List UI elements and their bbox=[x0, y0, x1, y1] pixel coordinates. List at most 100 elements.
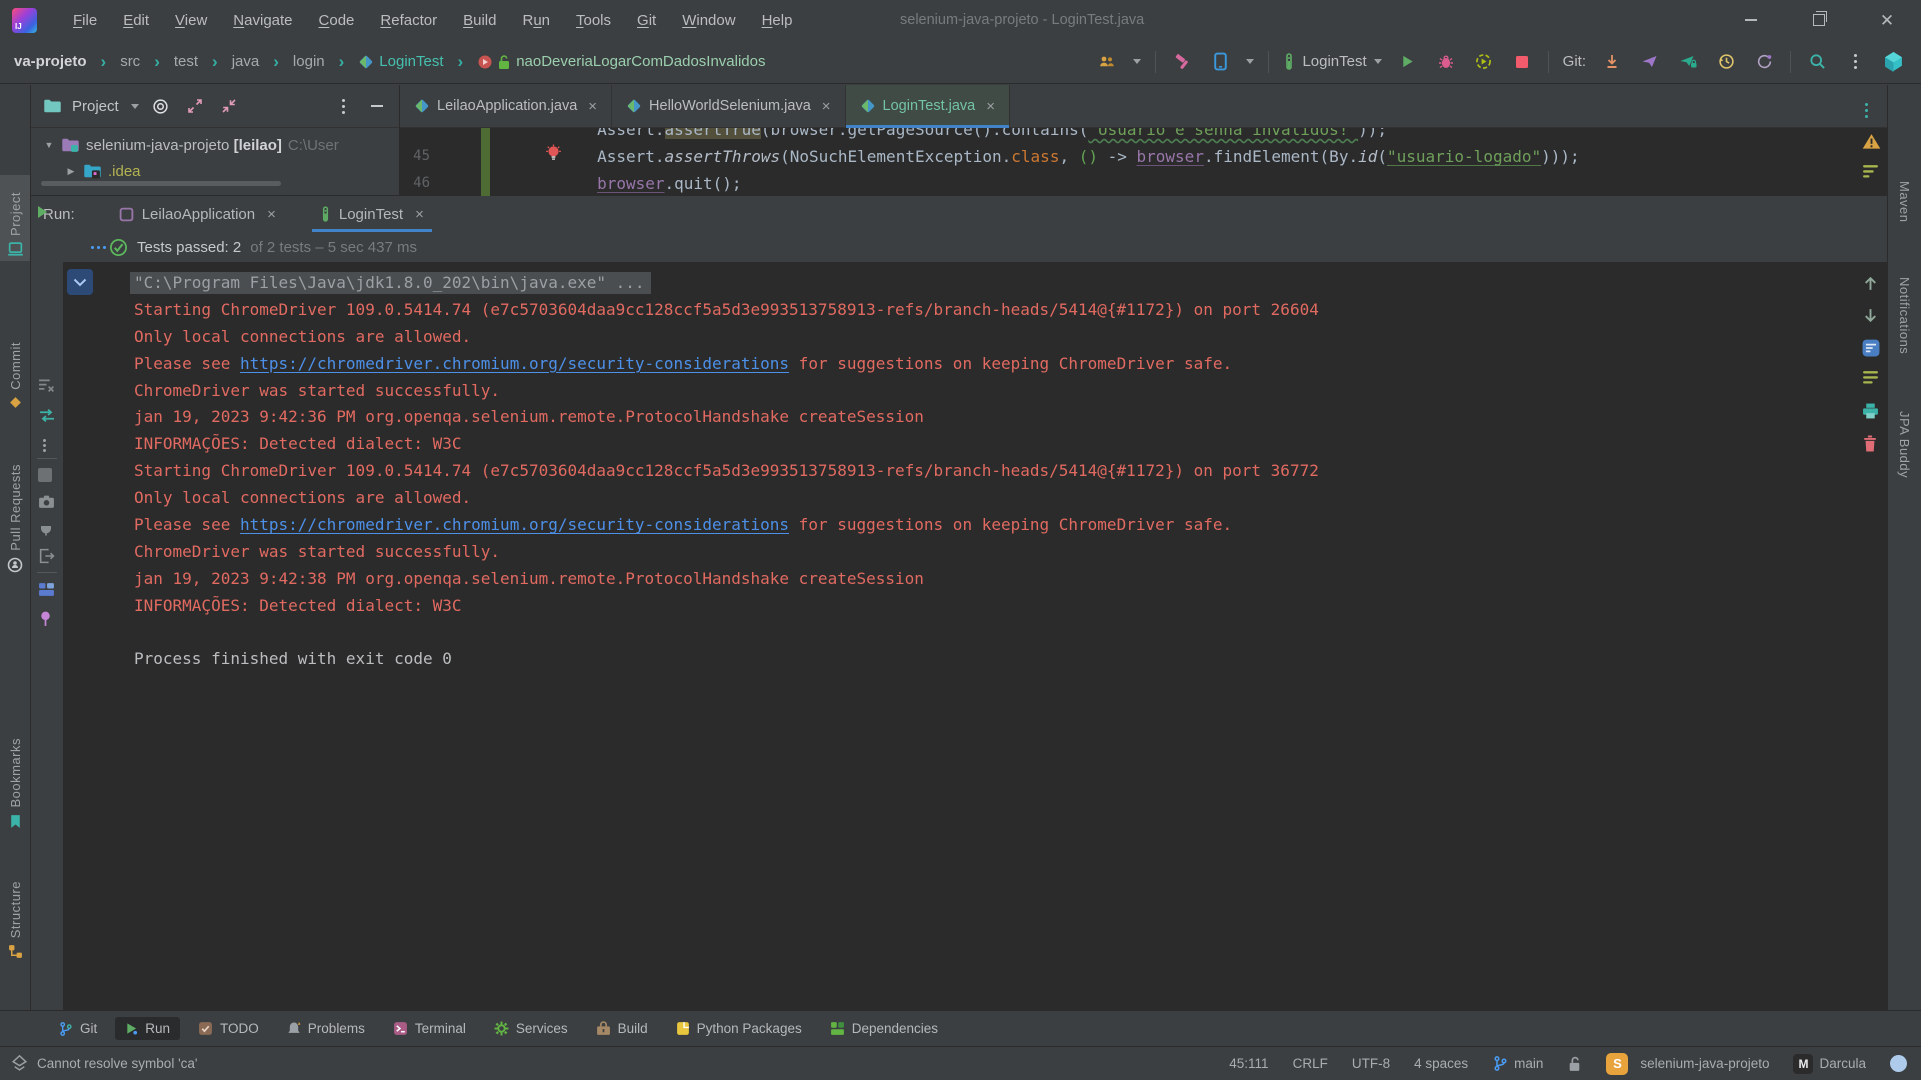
tree-row[interactable]: ▼selenium-java-projeto [leilao] C:\User bbox=[31, 132, 399, 158]
assistant-circle-icon[interactable] bbox=[1890, 1055, 1907, 1072]
git-push-icon[interactable] bbox=[1638, 50, 1662, 74]
lock-widget[interactable] bbox=[1567, 1056, 1582, 1072]
caret-position[interactable]: 45:111 bbox=[1229, 1056, 1268, 1071]
project-widget[interactable]: S selenium-java-projeto bbox=[1606, 1053, 1769, 1075]
stop-disabled-icon[interactable] bbox=[38, 468, 52, 482]
tool-window-button-terminal[interactable]: Terminal bbox=[383, 1017, 476, 1040]
console-link[interactable]: https://chromedriver.chromium.org/securi… bbox=[240, 515, 789, 534]
scroll-to-end-icon[interactable] bbox=[1862, 371, 1879, 384]
chevron-down-icon[interactable]: ▼ bbox=[41, 140, 57, 150]
theme-widget[interactable]: M Darcula bbox=[1793, 1054, 1866, 1074]
git-branch-widget[interactable]: main bbox=[1492, 1055, 1543, 1072]
collapse-all-icon[interactable] bbox=[217, 94, 241, 118]
expand-all-icon[interactable] bbox=[183, 94, 207, 118]
tool-window-button-dependencies[interactable]: Dependencies bbox=[820, 1017, 948, 1040]
close-tab-icon[interactable]: × bbox=[986, 98, 995, 115]
menu-item-build[interactable]: Build bbox=[455, 8, 504, 33]
tool-window-button-build[interactable]: Build bbox=[586, 1017, 658, 1040]
tool-window-button-problems[interactable]: Problems bbox=[277, 1017, 375, 1040]
scroll-down-icon[interactable] bbox=[1862, 307, 1879, 324]
console[interactable]: "C:\Program Files\Java\jdk1.8.0_202\bin\… bbox=[63, 262, 1888, 1010]
stop-button[interactable] bbox=[1510, 50, 1534, 74]
soft-wrap-icon[interactable] bbox=[1862, 339, 1880, 357]
breadcrumb-item[interactable]: java bbox=[228, 51, 264, 72]
breadcrumb-item[interactable]: login bbox=[289, 51, 329, 72]
breadcrumb-item[interactable]: src bbox=[116, 51, 144, 72]
menu-item-window[interactable]: Window bbox=[674, 8, 743, 33]
chevron-down-icon[interactable] bbox=[1246, 59, 1254, 64]
jpa-buddy-icon[interactable] bbox=[1881, 50, 1905, 74]
run-options-kebab-icon[interactable] bbox=[43, 434, 46, 451]
file-encoding[interactable]: UTF-8 bbox=[1352, 1056, 1390, 1071]
pause-output-icon[interactable] bbox=[38, 520, 54, 536]
editor-tab-helloworldselenium-java[interactable]: HelloWorldSelenium.java× bbox=[612, 85, 846, 127]
run-with-coverage-button[interactable] bbox=[1472, 50, 1496, 74]
breadcrumb-item[interactable]: test bbox=[170, 51, 202, 72]
editor-tab-leilaoapplication-java[interactable]: LeilaoApplication.java× bbox=[400, 85, 612, 127]
stripe-item-bookmarks[interactable]: Bookmarks bbox=[0, 697, 30, 833]
code-with-me-icon[interactable] bbox=[1095, 50, 1119, 74]
swap-sources-icon[interactable] bbox=[38, 408, 56, 423]
code-area[interactable]: Assert.assertTrue(browser.getPageSource(… bbox=[400, 128, 1888, 196]
local-history-icon[interactable] bbox=[1714, 50, 1738, 74]
search-everywhere-icon[interactable] bbox=[1805, 50, 1829, 74]
inspection-details-icon[interactable] bbox=[1862, 165, 1879, 178]
menu-item-git[interactable]: Git bbox=[629, 8, 664, 33]
close-button[interactable]: ✕ bbox=[1853, 0, 1921, 40]
menu-item-edit[interactable]: Edit bbox=[115, 8, 157, 33]
stripe-item-commit[interactable]: Commit bbox=[0, 323, 30, 413]
close-tab-icon[interactable]: × bbox=[267, 206, 276, 223]
stripe-item-pull-requests[interactable]: Pull Requests bbox=[0, 417, 30, 577]
git-update-icon[interactable] bbox=[1600, 50, 1624, 74]
stripe-item-jpa-buddy[interactable]: JPA Buddy bbox=[1888, 411, 1921, 478]
rollback-icon[interactable] bbox=[1752, 50, 1776, 74]
console-link[interactable]: https://chromedriver.chromium.org/securi… bbox=[240, 354, 789, 373]
menu-item-navigate[interactable]: Navigate bbox=[225, 8, 300, 33]
tool-window-button-todo[interactable]: TODO bbox=[188, 1017, 269, 1040]
breadcrumb-item[interactable]: va-projeto bbox=[10, 51, 91, 72]
menu-item-view[interactable]: View bbox=[167, 8, 215, 33]
menu-item-file[interactable]: File bbox=[65, 8, 105, 33]
more-options-icon[interactable] bbox=[97, 246, 100, 249]
editor-tab-logintest-java[interactable]: LoginTest.java× bbox=[846, 85, 1010, 127]
run-configuration-selector[interactable]: LoginTest bbox=[1283, 53, 1381, 70]
clear-console-trash-icon[interactable] bbox=[1862, 435, 1878, 452]
inspection-warning-icon[interactable] bbox=[1862, 133, 1881, 150]
close-tab-icon[interactable]: × bbox=[822, 98, 831, 115]
inspections-widget-icon[interactable] bbox=[12, 1055, 27, 1072]
tool-window-button-git[interactable]: Git bbox=[48, 1017, 107, 1041]
breadcrumb-item[interactable]: LoginTest bbox=[354, 51, 447, 72]
layout-settings-icon[interactable] bbox=[38, 582, 55, 597]
editor-tab-options-icon[interactable] bbox=[1865, 99, 1868, 116]
menu-item-help[interactable]: Help bbox=[754, 8, 801, 33]
tool-window-button-services[interactable]: Services bbox=[484, 1017, 578, 1040]
pin-tab-icon[interactable] bbox=[38, 610, 53, 627]
chevron-down-icon[interactable] bbox=[1133, 59, 1141, 64]
locate-file-icon[interactable] bbox=[149, 94, 173, 118]
run-button[interactable] bbox=[1396, 50, 1420, 74]
menu-item-code[interactable]: Code bbox=[311, 8, 363, 33]
rerun-button[interactable] bbox=[38, 206, 47, 218]
device-selector-icon[interactable] bbox=[1208, 50, 1232, 74]
chevron-right-icon[interactable]: ▶ bbox=[63, 166, 79, 177]
horizontal-scrollbar[interactable] bbox=[41, 181, 281, 186]
restore-button[interactable] bbox=[1785, 0, 1853, 40]
hide-panel-icon[interactable] bbox=[365, 94, 389, 118]
minimize-button[interactable] bbox=[1717, 0, 1785, 40]
fold-console-icon[interactable] bbox=[67, 269, 93, 295]
run-tab-logintest[interactable]: LoginTest× bbox=[306, 196, 438, 232]
export-test-results-icon[interactable] bbox=[38, 548, 55, 564]
print-icon[interactable] bbox=[1862, 403, 1879, 419]
stripe-item-maven[interactable]: Maven bbox=[1888, 181, 1921, 223]
indent-setting[interactable]: 4 spaces bbox=[1414, 1056, 1468, 1071]
close-tab-icon[interactable]: × bbox=[415, 206, 424, 223]
clear-test-filter-icon[interactable] bbox=[38, 378, 55, 393]
tool-window-button-python-packages[interactable]: Python Packages bbox=[666, 1017, 812, 1040]
menu-item-refactor[interactable]: Refactor bbox=[372, 8, 445, 33]
breadcrumb-item[interactable]: naoDeveriaLogarComDadosInvalidos bbox=[473, 51, 769, 72]
close-tab-icon[interactable]: × bbox=[588, 98, 597, 115]
stripe-item-structure[interactable]: Structure bbox=[0, 837, 30, 963]
thread-dump-icon[interactable] bbox=[38, 494, 55, 509]
tool-window-button-run[interactable]: Run bbox=[115, 1017, 180, 1040]
project-options-icon[interactable] bbox=[331, 94, 355, 118]
